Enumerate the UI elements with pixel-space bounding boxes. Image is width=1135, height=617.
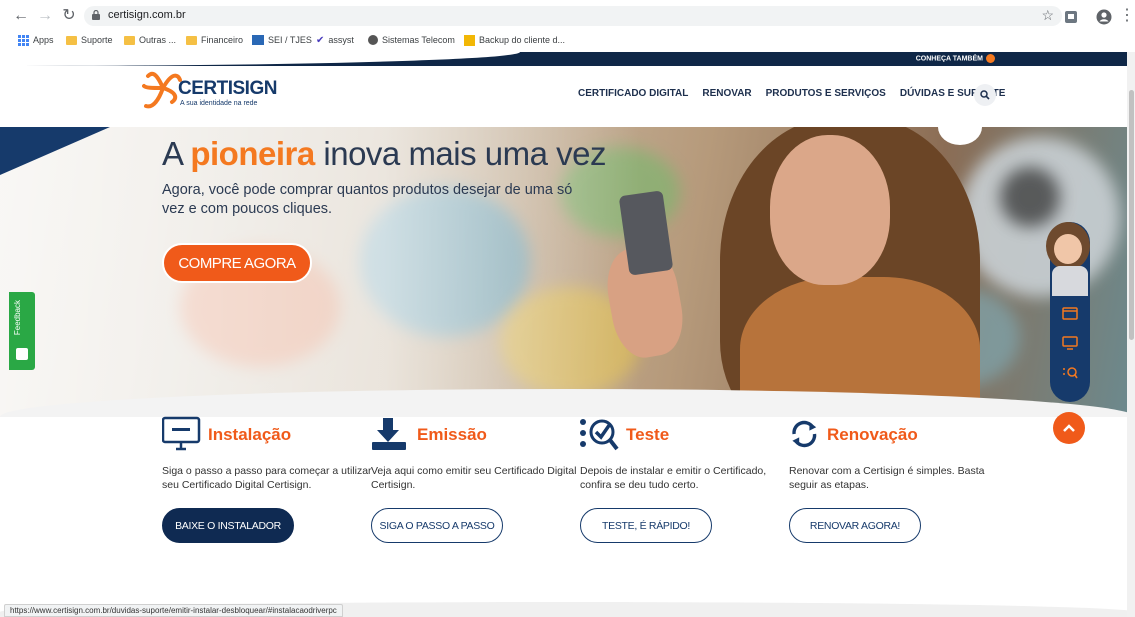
download-icon [372,418,406,450]
reload-icon[interactable]: ↻ [58,4,80,28]
sei-icon [252,35,264,45]
renovar-agora-button[interactable]: RENOVAR AGORA! [789,508,921,543]
top-strip-curve [0,52,520,66]
folder-icon [124,35,135,45]
status-bar-url: https://www.certisign.com.br/duvidas-sup… [4,604,343,617]
menu-produtos-servicos[interactable]: PRODUTOS E SERVIÇOS [766,88,886,99]
woman-face [770,135,890,285]
lock-icon [92,10,100,20]
menu-certificado-digital[interactable]: CERTIFICADO DIGITAL [578,88,688,99]
globe-icon [368,35,378,45]
bookmarks-bar: Apps Suporte Outras ... Financeiro SEI /… [0,31,1135,49]
bookmark-financeiro[interactable]: Financeiro [186,33,243,47]
teste-button[interactable]: TESTE, É RÁPIDO! [580,508,712,543]
bookmark-sei-tjes[interactable]: SEI / TJES [252,33,312,47]
menu-dots-icon[interactable]: ⋮ [1116,4,1135,28]
feature-description: Renovar com a Certisign é simples. Basta… [789,465,985,491]
feature-title: Teste [626,425,670,444]
bookmark-apps[interactable]: Apps [18,33,54,47]
feature-renovacao: Renovação Renovar com a Certisign é simp… [789,407,989,597]
baixe-instalador-button[interactable]: BAIXE O INSTALADOR [162,508,294,543]
siga-passo-button[interactable]: SIGA O PASSO A PASSO [371,508,503,543]
hero-subline: Agora, você pode comprar quantos produto… [162,182,573,217]
feature-teste: Teste Depois de instalar e emitir o Cert… [580,407,780,597]
certisign-logo[interactable]: CERTISIGN A sua identidade na rede [142,66,282,112]
monitor-icon [162,416,201,451]
refresh-icon [792,420,817,448]
apps-grid-icon [18,34,29,46]
assistant-avatar-body [1052,266,1088,296]
bookmark-outras[interactable]: Outras ... [124,33,176,47]
conheca-tambem-link[interactable]: CONHEÇA TAMBÉM [916,54,995,63]
backup-icon [464,34,475,46]
folder-icon [186,35,197,45]
feature-instalacao: Instalação Siga o passo a passo para com… [162,407,372,597]
main-menu: CERTIFICADO DIGITAL RENOVAR PRODUTOS E S… [578,88,1005,99]
search-button[interactable] [974,84,996,106]
graffiti-shape [1000,167,1060,227]
hero-headline: A pioneira inova mais uma vez [162,135,607,172]
back-icon[interactable]: ← [10,4,32,28]
site-header: CERTISIGN A sua identidade na rede CERTI… [0,66,1135,128]
feature-emissao: Emissão Veja aqui como emitir seu Certif… [371,407,576,597]
bookmark-backup[interactable]: Backup do cliente d... [464,33,565,47]
browser-nav-row: ← → ↻ certisign.com.br ☆ ⋮ [0,4,1135,28]
scrollbar-thumb[interactable] [1129,90,1134,340]
feature-description: Depois de instalar e emitir o Certificad… [580,465,767,491]
compre-agora-button[interactable]: COMPRE AGORA [162,243,312,283]
chevron-down-icon [986,54,995,63]
profile-icon[interactable] [1096,9,1112,25]
bookmark-sistemas-telecom[interactable]: Sistemas Telecom [368,33,455,47]
bookmark-suporte[interactable]: Suporte [66,33,113,47]
hero-banner: A pioneira inova mais uma vez Agora, voc… [0,127,1135,417]
logo-tagline: A sua identidade na rede [180,100,258,107]
hero-circle-decoration [938,127,982,145]
feature-title: Instalação [208,425,292,444]
bookmark-assyst[interactable]: ✔ assyst [316,33,354,47]
logo-text: CERTISIGN [178,78,277,99]
feature-title: Renovação [827,425,918,444]
feature-title: Emissão [417,425,487,444]
folder-icon [66,35,77,45]
feedback-label: Feedback [13,300,22,336]
search-icon [980,90,990,100]
top-strip: CONHEÇA TAMBÉM [0,52,1135,66]
feedback-icon [16,348,28,360]
browser-chrome: ← → ↻ certisign.com.br ☆ ⋮ Apps Suporte … [0,0,1135,52]
features-section: Instalação Siga o passo a passo para com… [0,407,1135,607]
hero-corner-shape [0,127,110,175]
feature-description: Siga o passo a passo para começar a util… [162,465,372,491]
page: CONHEÇA TAMBÉM CERTISIGN A sua identidad… [0,52,1135,617]
checklist-search-icon[interactable] [1062,366,1078,380]
forward-icon[interactable]: → [34,4,56,28]
assyst-icon: ✔ [316,34,325,46]
star-icon[interactable]: ☆ [1041,7,1054,24]
url-text: certisign.com.br [108,9,186,21]
assistant-avatar[interactable] [1054,234,1082,264]
calendar-icon[interactable] [1062,306,1078,320]
extension-icon[interactable] [1064,10,1078,24]
monitor-icon[interactable] [1062,336,1078,350]
address-bar[interactable]: certisign.com.br ☆ [84,6,1062,26]
checklist-search-icon [580,419,619,451]
feedback-tab[interactable]: Feedback [9,292,35,370]
menu-renovar[interactable]: RENOVAR [702,88,751,99]
feature-description: Veja aqui como emitir seu Certificado Di… [371,465,577,491]
